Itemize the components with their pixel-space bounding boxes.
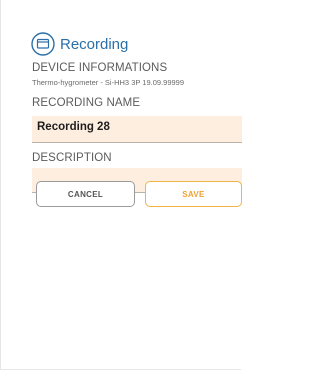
cancel-button[interactable]: CANCEL bbox=[36, 181, 135, 207]
description-label: DESCRIPTION bbox=[32, 152, 112, 164]
dialog-header: Recording bbox=[31, 31, 128, 57]
save-button[interactable]: SAVE bbox=[145, 181, 242, 207]
dialog-panel: Recording DEVICE INFORMATIONS Thermo-hyg… bbox=[0, 0, 242, 370]
recording-name-value: Recording 28 bbox=[37, 121, 110, 133]
dialog-title: Recording bbox=[60, 35, 129, 53]
recording-icon bbox=[31, 32, 55, 56]
recording-name-field[interactable]: Recording 28 bbox=[32, 116, 242, 143]
device-info-value: Thermo-hygrometer - Si-HH3 3P 19.09.9999… bbox=[32, 78, 185, 87]
recording-name-label: RECORDING NAME bbox=[32, 97, 141, 109]
device-info-label: DEVICE INFORMATIONS bbox=[32, 62, 168, 74]
